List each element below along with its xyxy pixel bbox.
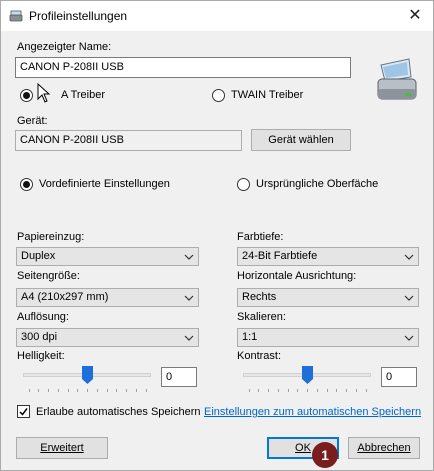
- isis-driver-radio[interactable]: [20, 89, 33, 102]
- slider-tick: [48, 389, 49, 392]
- predefined-settings-radio[interactable]: [20, 178, 33, 191]
- cancel-button-label: Abbrechen: [357, 442, 411, 454]
- slider-tick: [327, 389, 328, 392]
- slider-thumb[interactable]: [82, 366, 93, 384]
- autosave-settings-link[interactable]: Einstellungen zum automatischen Speicher…: [204, 406, 421, 418]
- slider-tick: [356, 389, 357, 392]
- chevron-down-icon: [404, 252, 414, 260]
- paper-feed-select[interactable]: Duplex: [16, 247, 199, 266]
- resolution-select[interactable]: 300 dpi: [16, 328, 199, 347]
- twain-driver-radio[interactable]: [212, 89, 225, 102]
- h-align-select[interactable]: Rechts: [237, 288, 419, 307]
- advanced-button[interactable]: Erweitert: [16, 437, 108, 459]
- slider-tick: [366, 389, 367, 392]
- brightness-value-input[interactable]: 0: [161, 367, 197, 387]
- resolution-label: Auflösung:: [17, 311, 69, 323]
- slider-tick: [336, 389, 337, 392]
- autosave-label: Erlaube automatisches Speichern: [36, 406, 201, 418]
- select-device-button[interactable]: Gerät wählen: [251, 129, 351, 151]
- page-size-select[interactable]: A4 (210x297 mm): [16, 288, 199, 307]
- device-field: CANON P-208II USB: [15, 130, 242, 151]
- autosave-checkbox[interactable]: [17, 405, 30, 418]
- scaling-label: Skalieren:: [237, 311, 286, 323]
- scaling-select[interactable]: 1:1: [237, 328, 419, 347]
- slider-tick: [258, 389, 259, 392]
- scaling-value: 1:1: [242, 331, 258, 343]
- page-size-value: A4 (210x297 mm): [21, 291, 109, 303]
- predefined-settings-label: Vordefinierte Einstellungen: [39, 178, 170, 190]
- slider-tick: [297, 389, 298, 392]
- chevron-down-icon: [184, 252, 194, 260]
- slider-thumb[interactable]: [302, 366, 313, 384]
- color-depth-value: 24-Bit Farbtiefe: [242, 250, 318, 262]
- slider-tick: [29, 389, 30, 392]
- slider-tick: [268, 389, 269, 392]
- device-label: Gerät:: [17, 115, 48, 127]
- slider-tick: [77, 389, 78, 392]
- slider-tick: [116, 389, 117, 392]
- profile-settings-dialog: Profileinstellungen ✕ Angezeigter Name: …: [0, 0, 434, 471]
- brightness-label: Helligkeit:: [17, 350, 65, 362]
- paper-feed-value: Duplex: [21, 250, 56, 262]
- advanced-button-label: Erweitert: [40, 442, 84, 454]
- window-title: Profileinstellungen: [29, 9, 128, 23]
- brightness-slider[interactable]: [23, 365, 151, 395]
- color-depth-label: Farbtiefe:: [237, 231, 284, 243]
- slider-tick: [87, 389, 88, 392]
- isis-driver-label: A Treiber: [61, 89, 106, 101]
- callout-badge: 1: [312, 442, 338, 468]
- display-name-input[interactable]: CANON P-208II USB: [15, 57, 351, 78]
- slider-tick: [107, 389, 108, 392]
- page-size-label: Seitengröße:: [17, 270, 80, 282]
- close-window-button[interactable]: ✕: [403, 5, 427, 27]
- contrast-slider[interactable]: [243, 365, 371, 395]
- slider-tick: [126, 389, 127, 392]
- slider-tick: [68, 389, 69, 392]
- contrast-label: Kontrast:: [237, 350, 282, 362]
- chevron-down-icon: [404, 293, 414, 301]
- scanner-icon: [375, 55, 419, 107]
- slider-tick: [38, 389, 39, 392]
- h-align-value: Rechts: [242, 291, 277, 303]
- cancel-button[interactable]: Abbrechen: [348, 437, 420, 459]
- slider-tick: [278, 389, 279, 392]
- checkmark-icon: [19, 408, 28, 416]
- chevron-down-icon: [184, 293, 194, 301]
- chevron-down-icon: [184, 333, 194, 341]
- slider-tick: [317, 389, 318, 392]
- title-bar: Profileinstellungen ✕: [1, 1, 433, 31]
- slider-tick: [97, 389, 98, 392]
- slider-tick: [307, 389, 308, 392]
- twain-driver-label: TWAIN Treiber: [231, 89, 304, 101]
- slider-tick: [136, 389, 137, 392]
- h-align-label: Horizontale Ausrichtung:: [237, 270, 357, 282]
- slider-tick: [146, 389, 147, 392]
- mouse-cursor-icon: [37, 82, 51, 103]
- slider-tick: [288, 389, 289, 392]
- ok-button-label: OK: [295, 442, 311, 454]
- resolution-value: 300 dpi: [21, 331, 58, 343]
- slider-tick: [249, 389, 250, 392]
- original-ui-label: Ursprüngliche Oberfäche: [256, 178, 379, 190]
- slider-tick: [58, 389, 59, 392]
- original-ui-radio[interactable]: [237, 178, 250, 191]
- color-depth-select[interactable]: 24-Bit Farbtiefe: [237, 247, 419, 266]
- display-name-label: Angezeigter Name:: [17, 41, 112, 53]
- scanner-app-icon: [9, 9, 23, 23]
- paper-feed-label: Papiereinzug:: [17, 231, 85, 243]
- contrast-value-input[interactable]: 0: [381, 367, 417, 387]
- chevron-down-icon: [404, 333, 414, 341]
- slider-tick: [346, 389, 347, 392]
